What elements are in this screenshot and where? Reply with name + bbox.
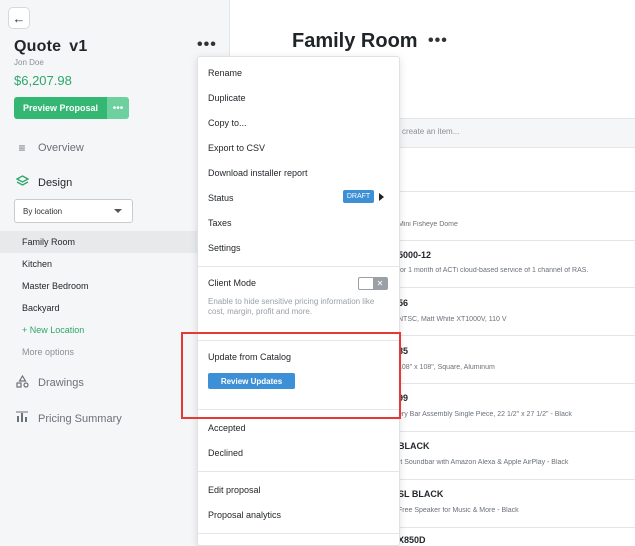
item-name: SL BLACK bbox=[398, 489, 444, 499]
highlight-annotation bbox=[181, 332, 401, 419]
quote-title: Quote v1 bbox=[14, 38, 87, 56]
item-description: Free Speaker for Music & More - Black bbox=[398, 507, 519, 514]
list-item[interactable]: SL BLACK Free Speaker for Music & More -… bbox=[398, 489, 635, 514]
location-label: Backyard bbox=[22, 303, 60, 313]
menu-item-proposal-analytics[interactable]: Proposal analytics bbox=[208, 510, 281, 520]
menu-item-edit-proposal[interactable]: Edit proposal bbox=[208, 485, 261, 495]
layers-icon bbox=[14, 175, 30, 190]
menu-item-download-installer-report[interactable]: Download installer report bbox=[208, 168, 308, 178]
list-divider bbox=[398, 431, 635, 432]
menu-item-copy-to[interactable]: Copy to... bbox=[208, 118, 247, 128]
menu-divider bbox=[198, 471, 399, 472]
preview-proposal-label[interactable]: Preview Proposal bbox=[14, 97, 107, 119]
sidebar: ← Quote v1 ••• Jon Doe $6,207.98 Preview … bbox=[0, 0, 230, 546]
nav-overview-label: Overview bbox=[38, 142, 84, 154]
chevron-right-icon bbox=[379, 193, 384, 201]
arrow-left-icon: ← bbox=[12, 10, 26, 26]
location-select[interactable]: By location bbox=[14, 199, 133, 223]
location-item[interactable]: Family Room bbox=[0, 231, 230, 253]
menu-divider bbox=[198, 266, 399, 267]
menu-item-client-mode: Client Mode bbox=[208, 278, 257, 288]
item-name: 99 bbox=[398, 393, 409, 403]
nav-design-label: Design bbox=[38, 176, 73, 189]
list-item[interactable]: 56 NTSC, Matt White XT1000V, 110 V bbox=[398, 298, 635, 323]
location-item[interactable]: Backyard bbox=[0, 297, 230, 319]
nav-design[interactable]: Design bbox=[14, 175, 72, 190]
bar-chart-icon bbox=[14, 411, 30, 426]
list-divider bbox=[398, 287, 635, 288]
preview-more-icon[interactable]: ••• bbox=[107, 97, 129, 119]
location-select-value: By location bbox=[23, 206, 63, 216]
client-mode-description: Enable to hide sensitive pricing informa… bbox=[208, 297, 375, 316]
menu-item-declined[interactable]: Declined bbox=[208, 448, 243, 458]
list-divider bbox=[398, 335, 635, 336]
item-description: ery Bar Assembly Single Piece, 22 1/2" x… bbox=[398, 411, 572, 418]
nav-pricing-summary-label: Pricing Summary bbox=[38, 412, 122, 425]
list-divider bbox=[398, 383, 635, 384]
nav-drawings[interactable]: Drawings bbox=[14, 374, 84, 391]
chevron-down-icon bbox=[114, 209, 122, 213]
menu-item-settings[interactable]: Settings bbox=[208, 243, 241, 253]
menu-item-rename[interactable]: Rename bbox=[208, 68, 242, 78]
item-description: rt Soundbar with Amazon Alexa & Apple Ai… bbox=[398, 459, 569, 466]
item-name: 85 bbox=[398, 346, 409, 356]
list-item[interactable]: Mini Fisheye Dome bbox=[398, 221, 635, 228]
close-icon: ✕ bbox=[373, 278, 387, 289]
nav-pricing-summary[interactable]: Pricing Summary bbox=[14, 411, 122, 426]
list-item[interactable]: 99 ery Bar Assembly Single Piece, 22 1/2… bbox=[398, 393, 635, 418]
item-name: X850D bbox=[398, 535, 426, 545]
customer-name: Jon Doe bbox=[14, 58, 44, 67]
preview-proposal-button[interactable]: Preview Proposal ••• bbox=[14, 97, 129, 119]
menu-item-duplicate[interactable]: Duplicate bbox=[208, 93, 246, 103]
location-label: Family Room bbox=[22, 237, 76, 247]
item-description: for 1 month of ACTi cloud-based service … bbox=[398, 267, 589, 274]
location-label: Kitchen bbox=[22, 259, 53, 269]
list-icon: ≡ bbox=[18, 141, 26, 155]
list-item[interactable]: 5000-12 for 1 month of ACTi cloud-based … bbox=[398, 250, 635, 274]
status-badge: DRAFT bbox=[343, 190, 374, 203]
item-description: 108" x 108", Square, Aluminum bbox=[398, 364, 495, 371]
list-divider bbox=[398, 240, 635, 241]
menu-item-taxes[interactable]: Taxes bbox=[208, 218, 232, 228]
nav-drawings-label: Drawings bbox=[38, 377, 84, 389]
location-item[interactable]: Kitchen bbox=[0, 253, 230, 275]
quote-more-icon[interactable]: ••• bbox=[197, 36, 217, 54]
quote-total: $6,207.98 bbox=[14, 73, 72, 88]
nav-overview[interactable]: ≡ Overview bbox=[14, 141, 84, 155]
location-label: Master Bedroom bbox=[22, 281, 89, 291]
menu-item-accepted[interactable]: Accepted bbox=[208, 423, 246, 433]
quote-name: Quote bbox=[14, 38, 62, 55]
page-title: Family Room bbox=[292, 30, 418, 52]
item-description: NTSC, Matt White XT1000V, 110 V bbox=[398, 316, 507, 323]
location-item[interactable]: Master Bedroom bbox=[0, 275, 230, 297]
room-more-icon[interactable]: ••• bbox=[428, 32, 448, 50]
item-name: BLACK bbox=[398, 441, 430, 451]
item-description: Mini Fisheye Dome bbox=[398, 221, 458, 228]
item-name: 56 bbox=[398, 298, 409, 308]
menu-item-export-csv[interactable]: Export to CSV bbox=[208, 143, 265, 153]
quote-context-menu: Rename Duplicate Copy to... Export to CS… bbox=[197, 56, 400, 546]
list-divider bbox=[398, 527, 635, 528]
back-button[interactable]: ← bbox=[8, 7, 30, 29]
create-item-input[interactable]: create an item... bbox=[402, 127, 459, 136]
menu-divider bbox=[198, 533, 399, 534]
list-divider bbox=[398, 479, 635, 480]
client-mode-toggle[interactable]: ✕ bbox=[358, 277, 388, 290]
list-item[interactable]: 85 108" x 108", Square, Aluminum bbox=[398, 346, 635, 371]
list-item[interactable]: BLACK rt Soundbar with Amazon Alexa & Ap… bbox=[398, 441, 635, 466]
list-item[interactable]: X850D bbox=[398, 535, 635, 545]
item-name: 5000-12 bbox=[398, 250, 432, 260]
shapes-icon bbox=[14, 374, 30, 391]
quote-version: v1 bbox=[69, 38, 88, 55]
toggle-track bbox=[359, 278, 373, 289]
menu-item-status[interactable]: Status bbox=[208, 193, 234, 203]
